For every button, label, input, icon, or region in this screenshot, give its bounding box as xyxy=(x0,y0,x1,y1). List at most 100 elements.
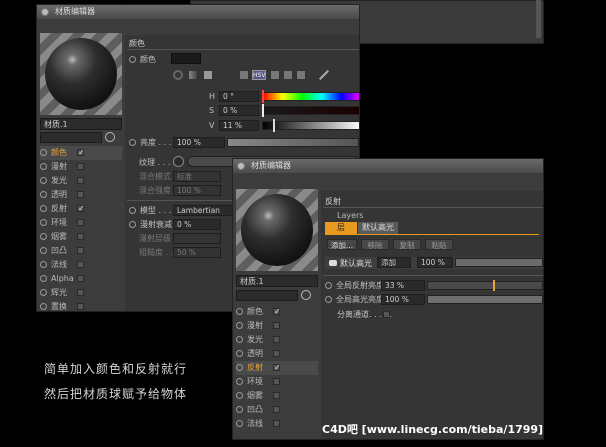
diffuse-falloff-field[interactable]: 0 % xyxy=(173,219,221,230)
param-radio[interactable] xyxy=(325,282,332,289)
channel-checkbox[interactable] xyxy=(77,233,84,240)
layer-opacity-slider[interactable] xyxy=(455,258,543,267)
tab-default-specular[interactable]: 默认高光 xyxy=(358,222,398,234)
image-icon[interactable] xyxy=(203,70,213,80)
channel-radio[interactable] xyxy=(40,261,47,268)
hue-slider[interactable] xyxy=(262,92,359,101)
channel-checkbox[interactable] xyxy=(273,350,280,357)
color-wheel-icon[interactable] xyxy=(173,70,183,80)
channel-radio[interactable] xyxy=(40,275,47,282)
background-window-scrollbar[interactable] xyxy=(536,0,541,38)
channel-checkbox[interactable] xyxy=(77,163,84,170)
channel-radio[interactable] xyxy=(236,378,243,385)
separate-passes-checkbox[interactable] xyxy=(383,311,390,318)
channel-reflectance[interactable]: 反射 ✓ xyxy=(40,202,122,216)
channel-transparency[interactable]: 透明 xyxy=(40,188,122,202)
channel-checkbox[interactable] xyxy=(77,275,84,282)
param-radio[interactable] xyxy=(129,207,136,214)
channel-radio[interactable] xyxy=(236,322,243,329)
channel-environment[interactable]: 环境 xyxy=(40,216,122,230)
material-name-field[interactable]: 材质.1 xyxy=(236,275,318,287)
channel-bump[interactable]: 凹凸 xyxy=(236,403,318,417)
channel-radio[interactable] xyxy=(40,191,47,198)
channel-radio[interactable] xyxy=(40,219,47,226)
color-swatch[interactable] xyxy=(171,53,201,64)
channel-diffusion[interactable]: 漫射 xyxy=(40,160,122,174)
diffuse-level-field[interactable] xyxy=(173,233,221,244)
channel-luminance[interactable]: 发光 xyxy=(236,333,318,347)
channel-radio[interactable] xyxy=(40,233,47,240)
channel-checkbox[interactable] xyxy=(273,392,280,399)
channel-transparency[interactable]: 透明 xyxy=(236,347,318,361)
param-radio[interactable] xyxy=(129,56,136,63)
saturation-slider-knob[interactable] xyxy=(262,104,264,117)
channel-checkbox[interactable] xyxy=(273,336,280,343)
reset-icon[interactable] xyxy=(105,132,115,142)
eyedropper-icon[interactable] xyxy=(319,70,329,80)
global-specular-field[interactable]: 100 % xyxy=(381,294,425,305)
global-specular-slider[interactable] xyxy=(427,295,543,304)
texture-arrow-icon[interactable] xyxy=(173,156,184,167)
channel-checkbox[interactable] xyxy=(273,406,280,413)
channel-radio[interactable] xyxy=(40,205,47,212)
channel-alpha[interactable]: Alpha xyxy=(40,272,122,286)
channel-checkbox[interactable] xyxy=(77,261,84,268)
add-layer-button[interactable]: 添加... xyxy=(327,239,357,250)
channel-radio[interactable] xyxy=(236,392,243,399)
param-radio[interactable] xyxy=(129,221,136,228)
channel-radio[interactable] xyxy=(40,303,47,310)
swatches-icon[interactable] xyxy=(296,70,306,80)
global-reflection-slider[interactable] xyxy=(427,281,543,290)
spectrum-icon[interactable] xyxy=(188,70,198,80)
kelvin-icon[interactable] xyxy=(270,70,280,80)
saturation-slider[interactable] xyxy=(262,106,359,115)
channel-checkbox[interactable]: ✓ xyxy=(77,205,85,213)
channel-reflectance[interactable]: 反射 ✓ xyxy=(236,361,318,375)
channel-checkbox[interactable] xyxy=(77,191,84,198)
channel-checkbox[interactable] xyxy=(273,322,280,329)
channel-checkbox[interactable] xyxy=(77,247,84,254)
eye-icon[interactable] xyxy=(329,260,337,266)
model-dropdown[interactable]: Lambertian xyxy=(173,205,235,216)
material-name-field[interactable]: 材质.1 xyxy=(40,118,122,130)
v-field[interactable]: 11 % xyxy=(219,120,259,131)
s-field[interactable]: 0 % xyxy=(219,105,259,116)
layer-opacity-field[interactable]: 100 % xyxy=(417,257,453,268)
channel-checkbox[interactable]: ✓ xyxy=(273,364,281,372)
channel-displacement[interactable]: 置换 xyxy=(40,300,122,311)
tab-layer[interactable]: 层 xyxy=(325,222,357,234)
reset-icon[interactable] xyxy=(301,290,311,300)
channel-checkbox[interactable] xyxy=(77,219,84,226)
mix-strength-field[interactable]: 100 % xyxy=(173,185,221,196)
blend-mode-dropdown[interactable]: 添加 xyxy=(377,257,411,268)
value-slider-knob[interactable] xyxy=(273,119,275,132)
window-titlebar[interactable]: 材质编辑器 xyxy=(37,5,359,19)
channel-radio[interactable] xyxy=(40,177,47,184)
channel-diffusion[interactable]: 漫射 xyxy=(236,319,318,333)
rgb-icon[interactable] xyxy=(239,70,249,80)
channel-radio[interactable] xyxy=(40,289,47,296)
channel-radio[interactable] xyxy=(40,247,47,254)
channel-checkbox[interactable] xyxy=(273,420,280,427)
channel-checkbox[interactable]: ✓ xyxy=(77,149,85,157)
copy-layer-button[interactable]: 复制 xyxy=(393,239,421,250)
channel-environment[interactable]: 环境 xyxy=(236,375,318,389)
channel-bump[interactable]: 凹凸 xyxy=(40,244,122,258)
paste-layer-button[interactable]: 粘贴 xyxy=(425,239,453,250)
channel-checkbox[interactable]: ✓ xyxy=(273,308,281,316)
channel-radio[interactable] xyxy=(40,163,47,170)
hue-slider-knob[interactable] xyxy=(262,90,264,103)
channel-fog[interactable]: 烟雾 xyxy=(236,389,318,403)
brightness-field[interactable]: 100 % xyxy=(173,137,225,148)
channel-radio[interactable] xyxy=(236,336,243,343)
channel-radio[interactable] xyxy=(236,406,243,413)
channel-color[interactable]: 颜色 ✓ xyxy=(236,305,318,319)
channel-checkbox[interactable] xyxy=(77,289,84,296)
global-reflection-knob[interactable] xyxy=(493,280,495,291)
brightness-slider[interactable] xyxy=(227,138,359,147)
value-slider[interactable] xyxy=(262,121,359,130)
channel-radio[interactable] xyxy=(236,308,243,315)
channel-checkbox[interactable] xyxy=(273,378,280,385)
channel-radio[interactable] xyxy=(40,149,47,156)
material-preview[interactable] xyxy=(236,189,318,271)
